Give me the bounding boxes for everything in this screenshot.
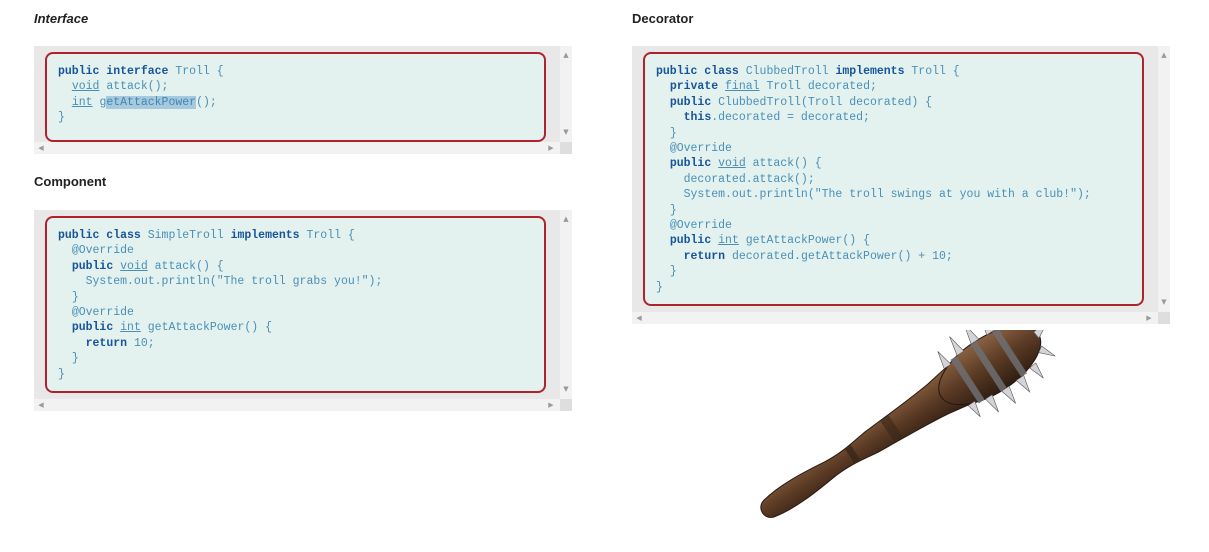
- interface-heading: Interface: [34, 11, 89, 26]
- component-horizontal-scrollbar[interactable]: ◀ ▶: [34, 399, 560, 411]
- code-line: System.out.println("The troll grabs you!…: [85, 275, 383, 289]
- scroll-left-arrow-icon[interactable]: ◀: [35, 401, 47, 409]
- code-line: void attack();: [71, 80, 169, 94]
- code-line: decorated.attack();: [683, 172, 815, 186]
- scroll-right-arrow-icon[interactable]: ▶: [1143, 314, 1155, 322]
- interface-code-block[interactable]: public interface Troll { void attack(); …: [58, 64, 224, 126]
- scrollbar-corner: [1158, 312, 1170, 324]
- component-code-scrollbox[interactable]: public class SimpleTroll implements Trol…: [34, 210, 572, 411]
- component-code-frame: public class SimpleTroll implements Trol…: [45, 216, 546, 393]
- scroll-right-arrow-icon[interactable]: ▶: [545, 401, 557, 409]
- code-line: int getAttackPower();: [71, 95, 217, 109]
- code-line: return decorated.getAttackPower() + 10;: [683, 249, 953, 263]
- scroll-right-arrow-icon[interactable]: ▶: [545, 144, 557, 152]
- code-line: @Override: [71, 244, 134, 258]
- decorator-heading: Decorator: [632, 11, 694, 26]
- scroll-up-arrow-icon[interactable]: ▲: [1158, 51, 1170, 59]
- code-line: private final Troll decorated;: [669, 80, 877, 94]
- interface-horizontal-scrollbar[interactable]: ◀ ▶: [34, 142, 560, 154]
- code-line: public void attack() {: [71, 259, 224, 273]
- spiked-club-image: [760, 330, 1056, 518]
- code-line: }: [669, 203, 677, 217]
- code-line: this.decorated = decorated;: [683, 111, 870, 125]
- scroll-down-arrow-icon[interactable]: ▼: [560, 385, 572, 393]
- code-line: public interface Troll {: [58, 65, 224, 78]
- code-line: @Override: [669, 142, 732, 156]
- code-line: }: [58, 367, 65, 381]
- interface-code-frame: public interface Troll { void attack(); …: [45, 52, 546, 142]
- code-line: }: [71, 352, 79, 366]
- decorator-code-block[interactable]: public class ClubbedTroll implements Tro…: [656, 64, 1091, 295]
- code-line: public ClubbedTroll(Troll decorated) {: [669, 95, 933, 109]
- interface-vertical-scrollbar[interactable]: ▲ ▼: [560, 46, 572, 142]
- code-line: }: [656, 280, 663, 294]
- code-line: public void attack() {: [669, 157, 822, 171]
- code-line: public class SimpleTroll implements Trol…: [58, 229, 355, 242]
- scroll-down-arrow-icon[interactable]: ▼: [1158, 298, 1170, 306]
- code-line: System.out.println("The troll swings at …: [683, 188, 1091, 202]
- code-line: }: [669, 265, 677, 279]
- decorator-horizontal-scrollbar[interactable]: ◀ ▶: [632, 312, 1158, 324]
- scroll-down-arrow-icon[interactable]: ▼: [560, 128, 572, 136]
- component-code-block[interactable]: public class SimpleTroll implements Trol…: [58, 228, 382, 382]
- decorator-code-scrollbox[interactable]: public class ClubbedTroll implements Tro…: [632, 46, 1170, 324]
- component-heading: Component: [34, 174, 107, 189]
- scrollbar-corner: [560, 399, 572, 411]
- decorator-vertical-scrollbar[interactable]: ▲ ▼: [1158, 46, 1170, 312]
- scroll-left-arrow-icon[interactable]: ◀: [633, 314, 645, 322]
- scroll-up-arrow-icon[interactable]: ▲: [560, 215, 572, 223]
- code-line: @Override: [71, 306, 134, 320]
- code-line: public int getAttackPower() {: [669, 234, 870, 248]
- interface-code-scrollbox[interactable]: public interface Troll { void attack(); …: [34, 46, 572, 154]
- code-line: }: [669, 126, 677, 140]
- component-vertical-scrollbar[interactable]: ▲ ▼: [560, 210, 572, 399]
- decorator-code-frame: public class ClubbedTroll implements Tro…: [643, 52, 1144, 306]
- scroll-left-arrow-icon[interactable]: ◀: [35, 144, 47, 152]
- code-line: }: [58, 111, 65, 125]
- scrollbar-corner: [560, 142, 572, 154]
- code-line: public class ClubbedTroll implements Tro…: [656, 65, 960, 78]
- code-line: @Override: [669, 219, 732, 233]
- code-line: }: [71, 290, 79, 304]
- text-selection: etAttackPower: [106, 95, 197, 109]
- code-line: public int getAttackPower() {: [71, 321, 272, 335]
- code-line: return 10;: [85, 336, 155, 350]
- scroll-up-arrow-icon[interactable]: ▲: [560, 51, 572, 59]
